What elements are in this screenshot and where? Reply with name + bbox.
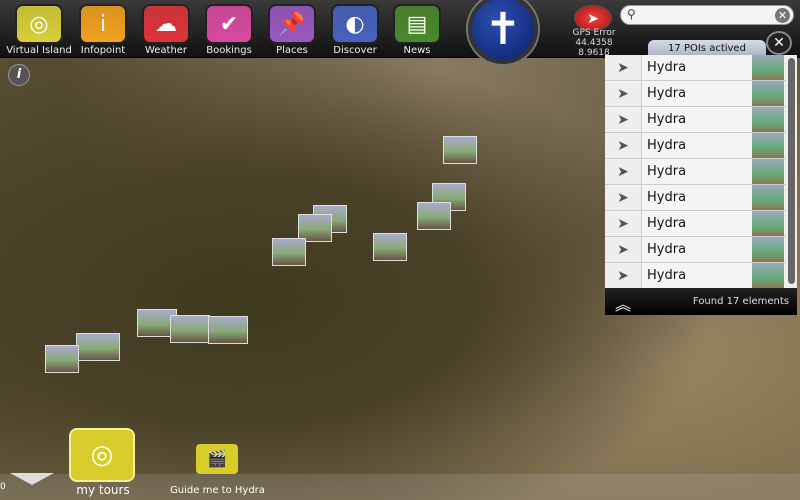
navigate-arrow-icon[interactable]: ➤ bbox=[605, 81, 642, 106]
hydra-emblem-logo[interactable]: ✝ bbox=[468, 0, 538, 64]
collapse-chevron-icon[interactable]: ︽ bbox=[615, 291, 631, 315]
poi-thumbnail bbox=[752, 185, 784, 210]
my-tours-button[interactable]: ◎ bbox=[69, 428, 135, 482]
poi-list-footer: ︽ Found 17 elements bbox=[605, 288, 797, 315]
map-photo-marker[interactable] bbox=[272, 238, 306, 266]
globe-icon: ◎ bbox=[29, 11, 49, 37]
navigate-arrow-icon[interactable]: ➤ bbox=[605, 237, 642, 262]
toolbar-weather-button[interactable]: ☁ bbox=[142, 4, 190, 44]
poi-thumbnail bbox=[752, 133, 784, 158]
gps-status: GPS Error 44.4358 8.9618 bbox=[566, 28, 622, 58]
navigate-arrow-icon[interactable]: ➤ bbox=[605, 185, 642, 210]
poi-list-item[interactable]: ➤Hydra Walking... bbox=[605, 107, 786, 153]
toolbar-bookings-button[interactable]: ✔ bbox=[205, 4, 253, 44]
poi-title: Hydra Walking... bbox=[642, 107, 752, 153]
poi-thumbnail bbox=[752, 55, 784, 80]
map-photo-marker[interactable] bbox=[170, 315, 210, 343]
map-photo-marker[interactable] bbox=[208, 316, 248, 344]
suitcase-icon: ✔ bbox=[219, 11, 239, 37]
toolbar-news-label: News bbox=[403, 45, 431, 56]
poi-title: Hydra Walking... bbox=[642, 159, 752, 205]
toolbar-places-label: Places bbox=[276, 45, 308, 56]
navigate-arrow-icon[interactable]: ➤ bbox=[605, 107, 642, 132]
toolbar-infopoint-label: Infopoint bbox=[80, 45, 126, 56]
toolbar-discover-button[interactable]: ◐ bbox=[331, 4, 379, 44]
poi-thumbnail bbox=[752, 107, 784, 132]
toolbar-weather-label: Weather bbox=[144, 45, 188, 56]
pushpin-icon: 📌 bbox=[278, 11, 306, 37]
poi-list-item[interactable]: ➤Hydra Walking... bbox=[605, 159, 786, 205]
poi-list-item[interactable]: ➤Hydra Walking... bbox=[605, 81, 786, 127]
info-button[interactable]: i bbox=[8, 64, 30, 86]
search-icon: ⚲ bbox=[627, 7, 636, 21]
toolbar-discover-label: Discover bbox=[333, 45, 377, 56]
map-photo-marker[interactable] bbox=[417, 202, 451, 230]
poi-title: Hydra Walking... bbox=[642, 133, 752, 179]
toolbar-bookings-label: Bookings bbox=[206, 45, 252, 56]
poi-list: ➤Hydra Walking...➤Hydra Walking...➤Hydra… bbox=[605, 55, 797, 309]
map-photo-marker[interactable] bbox=[45, 345, 79, 373]
info-icon: i bbox=[99, 11, 107, 37]
gps-error-label: GPS Error bbox=[572, 28, 616, 38]
map-photo-marker[interactable] bbox=[76, 333, 120, 361]
poi-thumbnail bbox=[752, 237, 784, 262]
toolbar-virtual-island-button[interactable]: ◎ bbox=[15, 4, 63, 44]
gps-latitude: 44.4358 bbox=[575, 38, 613, 48]
poi-list-item[interactable]: ➤Hydra Walking... bbox=[605, 133, 786, 179]
top-toolbar: ◎ Virtual Island i Infopoint ☁ Weather ✔ Bookin… bbox=[0, 0, 800, 64]
poi-title: Hydra Walking... bbox=[642, 263, 752, 309]
zero-label: 0 bbox=[0, 482, 6, 492]
guide-me-label: Guide me to Hydra bbox=[170, 485, 265, 496]
cloud-icon: ☁ bbox=[155, 11, 177, 37]
poi-title: Hydra Walking... bbox=[642, 185, 752, 231]
clear-search-icon[interactable]: ✕ bbox=[775, 8, 790, 23]
map-photo-marker[interactable] bbox=[373, 233, 407, 261]
navigate-arrow-icon[interactable]: ➤ bbox=[605, 133, 642, 158]
discover-icon: ◐ bbox=[345, 11, 365, 37]
search-input[interactable]: ⚲ ✕ bbox=[620, 5, 794, 25]
poi-list-item[interactable]: ➤Hydra Walking... bbox=[605, 237, 786, 283]
map-photo-marker[interactable] bbox=[443, 136, 477, 164]
navigate-arrow-icon[interactable]: ➤ bbox=[605, 55, 642, 80]
poi-thumbnail bbox=[752, 263, 784, 288]
poi-thumbnail bbox=[752, 211, 784, 236]
toolbar-infopoint-button[interactable]: i bbox=[79, 4, 127, 44]
poi-list-item[interactable]: ➤Hydra Walking... bbox=[605, 55, 786, 101]
navigate-arrow-icon[interactable]: ➤ bbox=[605, 263, 642, 288]
clapperboard-icon: 🎬 bbox=[207, 449, 227, 468]
toolbar-places-button[interactable]: 📌 bbox=[268, 4, 316, 44]
newspaper-icon: ▤ bbox=[406, 11, 428, 37]
close-panel-button[interactable]: ✕ bbox=[766, 31, 792, 55]
poi-title: Hydra Walking... bbox=[642, 55, 752, 101]
found-count: Found 17 elements bbox=[692, 296, 789, 307]
poi-list-item[interactable]: ➤Hydra Walking... bbox=[605, 263, 786, 309]
poi-title: Hydra Walking... bbox=[642, 81, 752, 127]
tours-icon: ◎ bbox=[90, 440, 114, 470]
poi-list-item[interactable]: ➤Hydra Walking... bbox=[605, 185, 786, 231]
poi-thumbnail bbox=[752, 159, 784, 184]
poi-title: Hydra Walking... bbox=[642, 211, 752, 257]
poi-title: Hydra Walking... bbox=[642, 237, 752, 283]
my-tours-label: my tours bbox=[76, 483, 130, 497]
navigate-arrow-icon[interactable]: ➤ bbox=[605, 211, 642, 236]
guide-me-button[interactable]: 🎬 bbox=[196, 444, 238, 474]
toolbar-news-button[interactable]: ▤ bbox=[393, 4, 441, 44]
navigate-arrow-icon[interactable]: ➤ bbox=[605, 159, 642, 184]
expand-down-arrow-icon[interactable] bbox=[10, 473, 54, 485]
poi-thumbnail bbox=[752, 81, 784, 106]
scrollbar[interactable] bbox=[788, 58, 795, 284]
poi-list-item[interactable]: ➤Hydra Walking... bbox=[605, 211, 786, 257]
toolbar-virtual-island-label: Virtual Island bbox=[6, 45, 72, 56]
